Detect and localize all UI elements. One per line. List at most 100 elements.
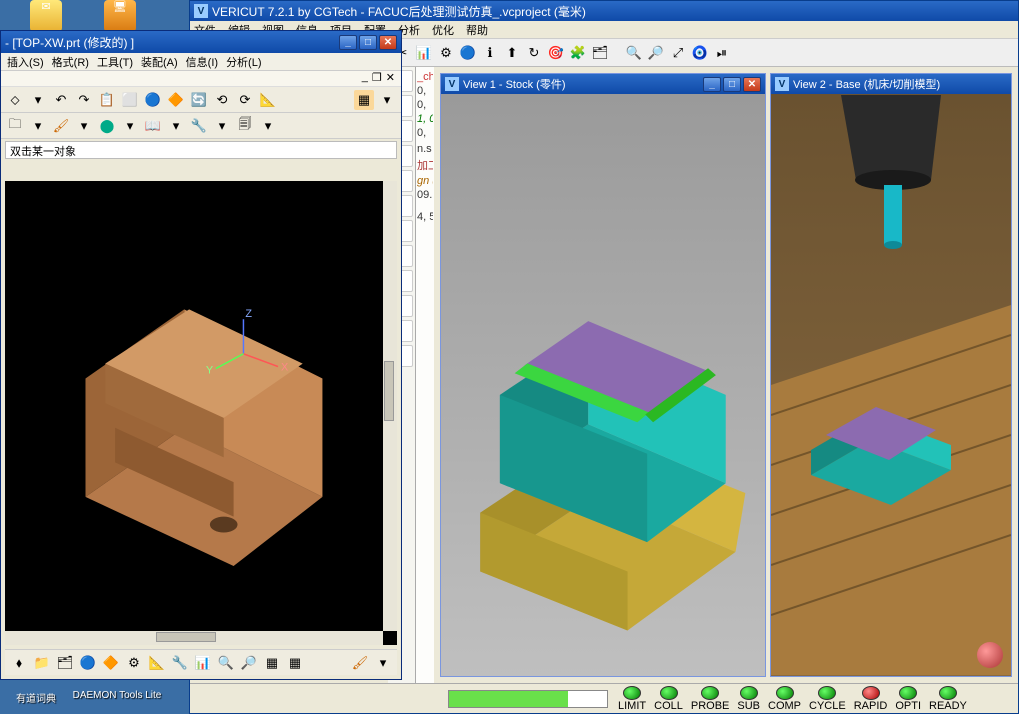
redo-icon[interactable]: ↷ xyxy=(74,90,94,110)
stock-geometry xyxy=(441,94,765,676)
tb-icon[interactable]: 🧩 xyxy=(568,43,588,63)
menu-assembly[interactable]: 装配(A) xyxy=(141,54,178,70)
tb-icon[interactable]: 🗂 xyxy=(590,43,610,63)
view2-panel: V View 2 - Base (机床/切削模型) xyxy=(770,73,1012,677)
zoom-in-icon[interactable]: 🔍 xyxy=(624,43,644,63)
tb-icon[interactable]: ▾ xyxy=(28,116,48,136)
paint-icon[interactable]: 🖌 xyxy=(51,116,71,136)
tb-icon[interactable]: 🗂 xyxy=(55,653,75,673)
tb-icon[interactable]: ▾ xyxy=(212,116,232,136)
tb-icon[interactable]: 📖 xyxy=(143,116,163,136)
cad-viewport[interactable]: Z X Y xyxy=(5,181,397,645)
tb-icon[interactable]: ↻ xyxy=(524,43,544,63)
tb-icon[interactable]: ℹ xyxy=(480,43,500,63)
close-button[interactable]: ✕ xyxy=(379,35,397,50)
tb-icon[interactable]: 📁 xyxy=(32,653,52,673)
tb-icon[interactable]: ▾ xyxy=(120,116,140,136)
view2-canvas[interactable] xyxy=(771,94,1011,676)
cad-toolbar1: ⬦ ▾ ↶ ↷ 📋 ⬜ 🔵 🔶 🔄 ⟲ ⟳ 📐 ▦ ▾ xyxy=(1,87,401,113)
tb-icon[interactable]: 📋 xyxy=(97,90,117,110)
tb-icon[interactable]: ▾ xyxy=(258,116,278,136)
tb-icon[interactable]: ⚙ xyxy=(436,43,456,63)
tb-icon[interactable]: 🗀 xyxy=(5,116,25,136)
tb-icon[interactable]: ▾ xyxy=(74,116,94,136)
led-coll: COLL xyxy=(654,686,683,712)
machine-geometry xyxy=(771,94,1011,676)
paint-icon[interactable]: 🖌 xyxy=(350,653,370,673)
tb-icon[interactable]: ⟲ xyxy=(212,90,232,110)
tb-icon[interactable]: ⬆ xyxy=(502,43,522,63)
tb-icon[interactable]: 🔎 xyxy=(239,653,259,673)
vericut-titlebar[interactable]: V VERICUT 7.2.1 by CGTech - FACUC后处理测试仿真… xyxy=(190,1,1018,21)
menu-info[interactable]: 信息(I) xyxy=(186,54,218,70)
tb-icon[interactable]: ⏯ xyxy=(712,43,732,63)
maximize-button[interactable]: □ xyxy=(359,35,377,50)
cad-title: - [TOP-XW.prt (修改的) ] xyxy=(5,34,337,51)
mini-minimize-icon[interactable]: _ xyxy=(362,71,368,86)
rotate-icon[interactable]: 🔄 xyxy=(189,90,209,110)
tb-icon[interactable]: ⬤ xyxy=(97,116,117,136)
tb-icon[interactable]: ⚙ xyxy=(124,653,144,673)
menu-format[interactable]: 格式(R) xyxy=(52,54,89,70)
tb-icon[interactable]: ▾ xyxy=(377,90,397,110)
desktop-icon-monitor[interactable]: 🖥 xyxy=(90,0,150,32)
view2-titlebar[interactable]: V View 2 - Base (机床/切削模型) xyxy=(771,74,1011,94)
tb-icon[interactable]: ▾ xyxy=(28,90,48,110)
tb-icon[interactable]: ▦ xyxy=(262,653,282,673)
menu-optimize[interactable]: 优化 xyxy=(432,22,454,38)
tb-icon[interactable]: 📐 xyxy=(147,653,167,673)
vscrollbar[interactable] xyxy=(383,181,397,631)
view1-titlebar[interactable]: V View 1 - Stock (零件) _ □ ✕ xyxy=(441,74,765,94)
led-limit: LIMIT xyxy=(618,686,646,712)
menu-analysis[interactable]: 分析(L) xyxy=(226,54,261,70)
view-icon: V xyxy=(775,77,789,91)
tb-icon[interactable]: ⬦ xyxy=(5,90,25,110)
undo-icon[interactable]: ↶ xyxy=(51,90,71,110)
cad-titlebar[interactable]: - [TOP-XW.prt (修改的) ] _ □ ✕ xyxy=(1,31,401,53)
tb-icon[interactable]: 📊 xyxy=(193,653,213,673)
tree-panel[interactable]: _ch 0, 0, 1, 0) 0, n.s 加工 gn ( 09. 4, 5 xyxy=(416,67,434,683)
tb-icon[interactable]: ▾ xyxy=(373,653,393,673)
tb-icon[interactable]: 🔵 xyxy=(78,653,98,673)
tb-icon[interactable]: 🎯 xyxy=(546,43,566,63)
tb-icon[interactable]: ▦ xyxy=(354,90,374,110)
menu-insert[interactable]: 插入(S) xyxy=(7,54,44,70)
tb-icon[interactable]: 🔶 xyxy=(166,90,186,110)
maximize-button[interactable]: □ xyxy=(723,77,741,92)
tb-icon[interactable]: ⬜ xyxy=(120,90,140,110)
mini-restore-icon[interactable]: ❐ xyxy=(372,71,382,86)
record-icon[interactable] xyxy=(977,642,1003,668)
close-button[interactable]: ✕ xyxy=(743,77,761,92)
mini-close-icon[interactable]: ✕ xyxy=(386,71,395,86)
zoom-fit-icon[interactable]: ⤢ xyxy=(668,43,688,63)
svg-text:Z: Z xyxy=(245,308,252,320)
zoom-out-icon[interactable]: 🔎 xyxy=(646,43,666,63)
tb-icon[interactable]: 🧿 xyxy=(690,43,710,63)
minimize-button[interactable]: _ xyxy=(339,35,357,50)
hscrollbar[interactable] xyxy=(5,631,383,645)
tb-icon[interactable]: 🔧 xyxy=(170,653,190,673)
view1-canvas[interactable] xyxy=(441,94,765,676)
tb-icon[interactable]: 🗐 xyxy=(235,116,255,136)
view-icon: V xyxy=(445,77,459,91)
tb-icon[interactable]: 📐 xyxy=(258,90,278,110)
tb-icon[interactable]: 🔶 xyxy=(101,653,121,673)
menu-help[interactable]: 帮助 xyxy=(466,22,488,38)
tb-icon[interactable]: ▦ xyxy=(285,653,305,673)
tb-icon[interactable]: 🔵 xyxy=(143,90,163,110)
cad-window: - [TOP-XW.prt (修改的) ] _ □ ✕ 插入(S) 格式(R) … xyxy=(0,30,402,680)
tb-icon[interactable]: ▾ xyxy=(166,116,186,136)
desktop-icon-mail[interactable]: ✉ xyxy=(16,0,76,32)
tb-icon[interactable]: ⬧ xyxy=(9,653,29,673)
desktop-icon-youdao[interactable]: 有道词典 xyxy=(6,688,66,705)
tb-icon[interactable]: 📊 xyxy=(414,43,434,63)
tb-icon[interactable]: 🔧 xyxy=(189,116,209,136)
tb-icon[interactable]: 🔍 xyxy=(216,653,236,673)
tb-icon[interactable]: ⟳ xyxy=(235,90,255,110)
svg-text:X: X xyxy=(281,362,288,374)
tb-icon[interactable]: 🔵 xyxy=(458,43,478,63)
view1-title: View 1 - Stock (零件) xyxy=(463,76,701,92)
menu-tools[interactable]: 工具(T) xyxy=(97,54,133,70)
desktop-icon-daemon[interactable]: DAEMON Tools Lite xyxy=(72,688,162,701)
minimize-button[interactable]: _ xyxy=(703,77,721,92)
